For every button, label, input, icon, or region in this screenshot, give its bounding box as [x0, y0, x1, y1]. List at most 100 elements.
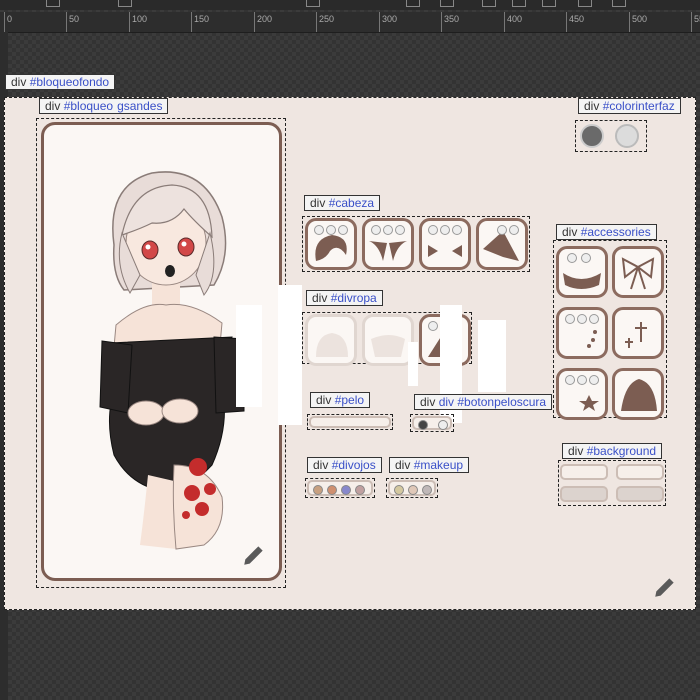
background-option[interactable] [560, 486, 608, 502]
light-theme-button[interactable] [615, 124, 639, 148]
toolbar-button[interactable] [118, 0, 132, 7]
label-background: div #background [562, 443, 663, 459]
color-dot [452, 225, 462, 235]
label-prefix: div [310, 196, 326, 210]
label-id: #bloqueo [63, 99, 114, 113]
ruler-tick-label: 400 [507, 14, 523, 24]
ruler-tick-label: 250 [319, 14, 335, 24]
ropa-option[interactable] [305, 314, 357, 366]
ojos-color-swatches[interactable] [307, 480, 373, 496]
bow-icon [621, 257, 655, 290]
cabeza-option[interactable] [362, 218, 414, 270]
ruler-tick-label: 350 [444, 14, 460, 24]
label-bloqueo: div #bloqueo gsandes [39, 98, 169, 114]
background-option[interactable] [616, 486, 664, 502]
toolbar-button[interactable] [440, 0, 454, 7]
label-prefix: div [562, 225, 578, 239]
accessory-option[interactable] [612, 368, 664, 420]
color-dot [418, 420, 428, 430]
color-dot [440, 225, 450, 235]
ruler-tick-label: 150 [194, 14, 210, 24]
cape-icon [621, 379, 657, 411]
ruler-tick-label: 500 [632, 14, 648, 24]
accessory-option[interactable] [612, 307, 664, 359]
ruler-tick: 150 [191, 12, 209, 32]
color-dot [326, 225, 336, 235]
toolbar-button[interactable] [612, 0, 626, 7]
pencil-icon[interactable] [241, 542, 267, 568]
color-dot [355, 485, 365, 495]
background-option[interactable] [560, 464, 608, 480]
ruler-tick: 0 [4, 12, 12, 32]
label-prefix: div [312, 291, 328, 305]
overlay-bar [408, 342, 418, 386]
toolbar-button[interactable] [542, 0, 556, 7]
toolbar-button[interactable] [406, 0, 420, 7]
toolbar-button[interactable] [512, 0, 526, 7]
label-overlap: gsandes [117, 99, 163, 113]
ruler-tick: 500 [629, 12, 647, 32]
label-id: #divropa [330, 291, 377, 305]
ruler-tick-label: 50 [69, 14, 80, 24]
pencil-icon[interactable] [652, 574, 678, 600]
clothing-shape-icon [371, 335, 405, 357]
cabeza-option[interactable] [305, 218, 357, 270]
color-dot [314, 225, 324, 235]
label-prefix: div [395, 458, 411, 472]
color-dot [589, 375, 599, 385]
color-dot [394, 485, 404, 495]
color-dot [383, 225, 393, 235]
label-id: #divojos [331, 458, 376, 472]
label-colorinterfaz: div #colorinterfaz [578, 98, 681, 114]
ruler-tick-label: 450 [569, 14, 585, 24]
dark-theme-button[interactable] [580, 124, 604, 148]
toolbar-button[interactable] [578, 0, 592, 7]
horizontal-ruler[interactable]: 0 50 100 150 200 250 300 350 400 450 500… [0, 12, 700, 33]
label-prefix: div [45, 99, 61, 113]
color-dot [313, 485, 323, 495]
overlay-bar [278, 285, 302, 425]
top-toolbar [0, 0, 700, 10]
accessory-option[interactable] [612, 246, 664, 298]
ruler-tick-label: 100 [132, 14, 148, 24]
accessory-option[interactable] [556, 246, 608, 298]
label-botonpeloscura: div div #botonpeloscura [414, 394, 553, 410]
label-prefix: div [568, 444, 584, 458]
label-divojos: div #divojos [307, 457, 382, 473]
ruler-tick: 200 [254, 12, 272, 32]
label-prefix: div [11, 75, 27, 89]
cabeza-option[interactable] [419, 218, 471, 270]
ruler-tick: 550 [691, 12, 700, 32]
ruler-tick: 400 [504, 12, 522, 32]
toolbar-button[interactable] [306, 0, 320, 7]
label-makeup: div #makeup [389, 457, 470, 473]
accessory-option[interactable] [556, 307, 608, 359]
overlay-bar [478, 320, 506, 392]
label-prefix: div [584, 99, 600, 113]
background-option[interactable] [616, 464, 664, 480]
botonpeloscura-button[interactable] [412, 416, 452, 430]
color-dot [497, 225, 507, 235]
color-dot [408, 485, 418, 495]
label-id: #colorinterfaz [602, 99, 675, 113]
overlay-bar [236, 305, 262, 407]
toolbar-button[interactable] [482, 0, 496, 7]
label-accessories: div #accessories [556, 224, 657, 240]
label-prefix: div [420, 395, 436, 409]
color-dot [567, 253, 577, 263]
toolbar-button[interactable] [46, 0, 60, 7]
pelo-color-swatches[interactable] [309, 416, 391, 428]
ropa-option[interactable] [362, 314, 414, 366]
label-id: #bloqueofondo [29, 75, 110, 89]
color-dot [428, 225, 438, 235]
color-dot [589, 314, 599, 324]
color-dot [577, 314, 587, 324]
cabeza-option[interactable] [476, 218, 528, 270]
label-pelo: div #pelo [310, 392, 371, 408]
color-dot [577, 375, 587, 385]
accessory-option[interactable] [556, 368, 608, 420]
makeup-color-swatches[interactable] [388, 480, 436, 496]
color-dot [438, 420, 448, 430]
ruler-tick-label: 0 [7, 14, 13, 24]
clothing-shape-icon [316, 333, 348, 357]
